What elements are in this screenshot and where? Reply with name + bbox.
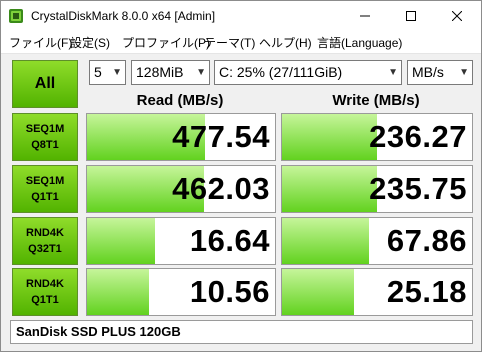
menu-settings[interactable]: 設定(S) <box>70 34 110 51</box>
count-value: 5 <box>94 64 102 80</box>
window-title: CrystalDiskMark 8.0.0 x64 [Admin] <box>31 9 216 23</box>
menu-theme[interactable]: テーマ(T) <box>204 34 255 51</box>
write-result: 236.27 <box>281 113 473 161</box>
test-label-line1: RND4K <box>26 278 64 290</box>
test-button-rnd4k-q1t1[interactable]: RND4K Q1T1 <box>12 268 78 316</box>
read-value: 477.54 <box>172 119 270 154</box>
title-bar: CrystalDiskMark 8.0.0 x64 [Admin] <box>1 1 481 31</box>
read-result: 477.54 <box>86 113 276 161</box>
menu-help[interactable]: ヘルプ(H) <box>259 34 312 51</box>
write-header: Write (MB/s) <box>332 91 420 109</box>
write-value: 25.18 <box>386 274 467 309</box>
menu-bar: ファイル(F) 設定(S) プロファイル(P) テーマ(T) ヘルプ(H) 言語… <box>1 31 481 54</box>
read-result: 10.56 <box>86 268 276 316</box>
all-button[interactable]: All <box>12 60 78 108</box>
menu-profile[interactable]: プロファイル(P) <box>122 34 210 51</box>
comment-field[interactable]: SanDisk SSD PLUS 120GB <box>10 320 473 344</box>
test-label-line2: Q1T1 <box>31 294 59 306</box>
app-window: CrystalDiskMark 8.0.0 x64 [Admin] ファイル(F… <box>0 0 482 352</box>
write-bar <box>282 218 370 264</box>
test-button-seq1m-q8t1[interactable]: SEQ1M Q8T1 <box>12 113 78 161</box>
test-button-rnd4k-q32t1[interactable]: RND4K Q32T1 <box>12 217 78 265</box>
read-value: 462.03 <box>172 171 270 206</box>
write-bar <box>282 269 355 315</box>
chevron-down-icon: ▼ <box>112 67 122 78</box>
write-value: 235.75 <box>369 171 467 206</box>
write-result: 67.86 <box>281 217 473 265</box>
main-panel: All 5 ▼ 128MiB ▼ C: 25% (27/111GiB) ▼ MB… <box>1 54 481 351</box>
test-label-line1: SEQ1M <box>25 175 65 187</box>
read-bar <box>87 269 150 315</box>
test-label-line1: RND4K <box>26 227 64 239</box>
drive-value: C: 25% (27/111GiB) <box>219 64 343 80</box>
read-value: 10.56 <box>189 274 270 309</box>
read-result: 462.03 <box>86 165 276 213</box>
maximize-icon <box>406 11 416 21</box>
size-value: 128MiB <box>136 64 184 80</box>
test-button-seq1m-q1t1[interactable]: SEQ1M Q1T1 <box>12 165 78 213</box>
unit-select[interactable]: MB/s ▼ <box>407 60 473 85</box>
test-label-line2: Q8T1 <box>31 139 59 151</box>
test-label-line2: Q1T1 <box>31 191 59 203</box>
read-bar <box>87 218 155 264</box>
read-result: 16.64 <box>86 217 276 265</box>
minimize-icon <box>360 15 370 17</box>
test-label-line1: SEQ1M <box>25 123 65 135</box>
menu-file[interactable]: ファイル(F) <box>9 34 72 51</box>
menu-language[interactable]: 言語(Language) <box>317 34 402 51</box>
size-select[interactable]: 128MiB ▼ <box>131 60 210 85</box>
test-label-line2: Q32T1 <box>28 243 62 255</box>
unit-value: MB/s <box>412 64 444 80</box>
count-select[interactable]: 5 ▼ <box>89 60 126 85</box>
write-value: 67.86 <box>386 223 467 258</box>
write-bar <box>282 166 377 212</box>
read-header: Read (MB/s) <box>136 91 224 109</box>
chevron-down-icon: ▼ <box>388 67 398 78</box>
write-result: 235.75 <box>281 165 473 213</box>
write-value: 236.27 <box>369 119 467 154</box>
write-bar <box>282 114 377 160</box>
chevron-down-icon: ▼ <box>196 67 206 78</box>
close-button[interactable] <box>434 1 480 31</box>
minimize-button[interactable] <box>342 1 388 31</box>
maximize-button[interactable] <box>388 1 434 31</box>
close-icon <box>452 11 462 21</box>
chevron-down-icon: ▼ <box>459 67 469 78</box>
write-result: 25.18 <box>281 268 473 316</box>
app-icon <box>9 9 23 23</box>
read-value: 16.64 <box>189 223 270 258</box>
drive-select[interactable]: C: 25% (27/111GiB) ▼ <box>214 60 402 85</box>
